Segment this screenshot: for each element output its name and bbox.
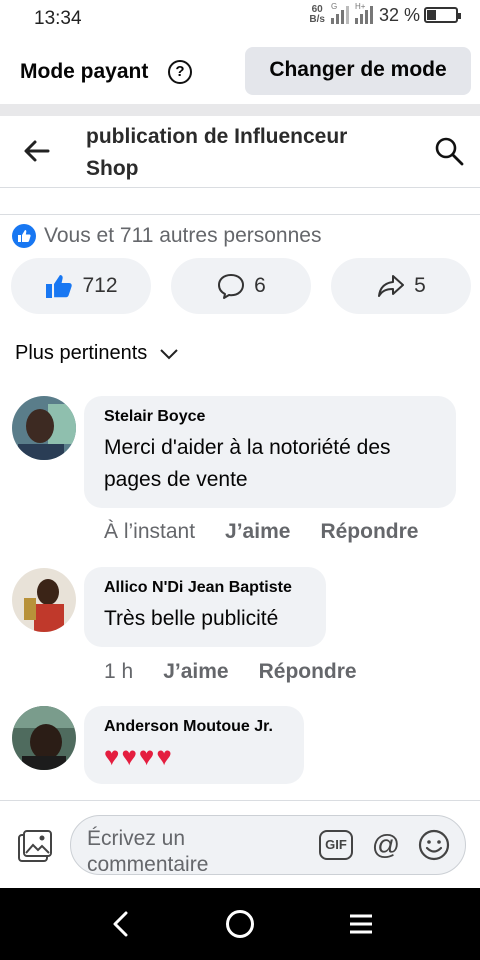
signal-icon: G: [329, 2, 349, 26]
status-bar: 13:34 60 B/s G H+ 32 %: [0, 0, 480, 38]
reply-button[interactable]: Répondre: [259, 660, 357, 684]
sort-label: Plus pertinents: [15, 342, 148, 364]
comment-bubble-icon: [218, 274, 245, 299]
share-count: 5: [414, 274, 426, 297]
avatar[interactable]: [12, 706, 76, 770]
sort-dropdown[interactable]: Plus pertinents: [15, 342, 179, 365]
battery-icon: [424, 7, 461, 23]
divider: [0, 104, 480, 116]
title-bar: publication de Influenceur Shop: [0, 116, 480, 188]
reply-button[interactable]: Répondre: [320, 520, 418, 544]
page-title-line1: publication de Influenceur: [86, 125, 348, 148]
help-icon[interactable]: ?: [168, 60, 192, 84]
like-button[interactable]: 712: [11, 258, 151, 314]
like-count: 712: [82, 274, 118, 297]
signal-type-label: G: [330, 2, 338, 11]
page-title-line2: Shop: [86, 157, 139, 180]
mode-label: Mode payant: [20, 60, 149, 83]
change-mode-button[interactable]: Changer de mode: [245, 47, 471, 95]
comment-meta: À l’instant J’aime Répondre: [104, 520, 418, 544]
commenter-name[interactable]: Allico N'Di Jean Baptiste: [104, 579, 306, 597]
signal-type-label-2: H+: [354, 2, 366, 11]
comment-bubble: Allico N'Di Jean Baptiste Très belle pub…: [84, 567, 326, 647]
battery-percent: 32 %: [378, 4, 420, 25]
search-icon[interactable]: [434, 136, 464, 166]
like-comment-button[interactable]: J’aime: [225, 520, 290, 544]
emoji-icon[interactable]: [417, 828, 451, 862]
comment-meta: 1 h J’aime Répondre: [104, 660, 357, 684]
commenter-name[interactable]: Anderson Moutoue Jr.: [104, 718, 284, 736]
divider: [0, 800, 480, 801]
share-arrow-icon: [378, 275, 405, 297]
avatar[interactable]: [12, 396, 76, 460]
photo-icon[interactable]: [16, 828, 54, 866]
page-title: publication de Influenceur Shop: [86, 121, 406, 185]
comment-input[interactable]: Écrivez un commentaire: [87, 826, 217, 874]
system-nav-bar: [0, 888, 480, 960]
nav-back-icon[interactable]: [108, 910, 134, 938]
thumbs-up-icon: [46, 275, 73, 298]
reactions-summary[interactable]: Vous et 711 autres personnes: [44, 224, 321, 248]
divider: [0, 214, 480, 215]
arrow-left-icon[interactable]: [22, 136, 52, 166]
comment-bubble: Anderson Moutoue Jr. ♥♥♥♥: [84, 706, 304, 784]
status-indicators: 60 B/s G H+ 32 %: [309, 2, 461, 26]
network-speed-unit: B/s: [309, 14, 325, 25]
battery-level: [427, 10, 436, 20]
comment-text-line: Merci d'aider à la notoriété des: [104, 436, 391, 459]
comment-count: 6: [254, 274, 266, 297]
comment-text-line: pages de vente: [104, 468, 248, 491]
avatar[interactable]: [12, 568, 76, 632]
comment-text: Merci d'aider à la notoriété des pages d…: [104, 432, 436, 496]
like-comment-button[interactable]: J’aime: [163, 660, 228, 684]
network-speed: 60 B/s: [309, 5, 325, 25]
comment-bubble: Stelair Boyce Merci d'aider à la notorié…: [84, 396, 456, 508]
comment-button[interactable]: 6: [171, 258, 311, 314]
status-time: 13:34: [34, 8, 82, 29]
comment-time: À l’instant: [104, 520, 196, 543]
share-button[interactable]: 5: [331, 258, 471, 314]
nav-home-icon[interactable]: [226, 910, 254, 938]
commenter-name[interactable]: Stelair Boyce: [104, 408, 436, 426]
comment-composer[interactable]: Écrivez un commentaire GIF @: [70, 815, 466, 875]
comment-text: ♥♥♥♥: [104, 741, 174, 771]
comment-time: 1 h: [104, 660, 134, 683]
comment-text: Très belle publicité: [104, 607, 279, 630]
chevron-down-icon: [160, 348, 179, 359]
mention-icon[interactable]: @: [369, 828, 403, 862]
like-reaction-icon: [12, 224, 36, 248]
signal-icon-secondary: H+: [353, 2, 373, 26]
mode-bar: Mode payant ? Changer de mode: [0, 38, 480, 104]
gif-icon[interactable]: GIF: [319, 830, 353, 860]
nav-menu-icon[interactable]: [348, 912, 374, 936]
